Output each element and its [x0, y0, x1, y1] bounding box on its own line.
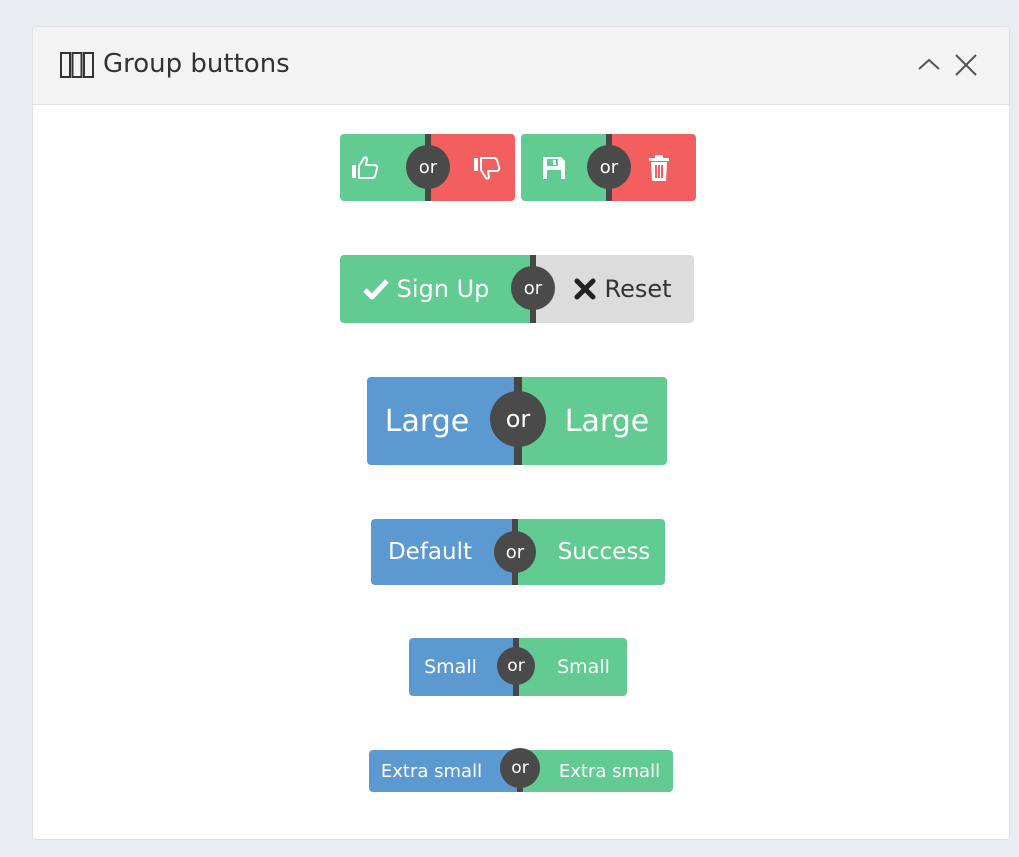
panel-title: Group buttons — [103, 49, 290, 79]
extra-small-primary-button[interactable]: Extra small — [369, 750, 520, 792]
or-separator: or — [500, 748, 540, 788]
or-separator: or — [587, 145, 631, 189]
sign-up-button[interactable]: Sign Up — [340, 255, 532, 323]
reset-button[interactable]: Reset — [532, 255, 694, 323]
save-delete-button-group: or — [521, 134, 696, 201]
or-separator: or — [494, 531, 536, 573]
signup-reset-button-group: Sign Up Reset or — [340, 255, 694, 323]
success-button[interactable]: Success — [515, 519, 665, 585]
small-button-group: Small Small or — [409, 638, 627, 696]
default-success-button-group: Default Success or — [371, 519, 665, 585]
or-separator: or — [406, 145, 450, 189]
trash-icon — [647, 154, 671, 182]
large-primary-label: Large — [384, 403, 470, 439]
times-icon — [574, 278, 596, 300]
group-buttons-panel: Group buttons or or Sign Up Reset or Lar… — [32, 26, 1010, 840]
sign-up-label: Sign Up — [396, 275, 490, 303]
small-success-label: Small — [557, 656, 610, 678]
reset-label: Reset — [604, 275, 672, 303]
check-icon — [362, 278, 389, 300]
chevron-up-icon[interactable] — [915, 51, 943, 79]
or-separator: or — [490, 391, 546, 447]
or-separator: or — [497, 647, 535, 685]
save-icon — [541, 155, 567, 181]
default-label: Default — [387, 539, 473, 565]
thumbs-button-group: or — [340, 134, 515, 201]
panel-header: Group buttons — [33, 27, 1009, 105]
small-primary-label: Small — [424, 656, 477, 678]
or-separator: or — [511, 266, 555, 310]
thumbs-up-icon — [351, 155, 379, 181]
large-button-group: Large Large or — [367, 377, 667, 465]
large-success-label: Large — [564, 403, 650, 439]
thumbs-down-icon — [473, 155, 501, 181]
extra-small-success-label: Extra small — [558, 760, 661, 782]
success-label: Success — [557, 539, 651, 565]
close-icon[interactable] — [952, 51, 980, 79]
extra-small-button-group: Extra small Extra small or — [369, 748, 673, 792]
columns-icon — [60, 52, 94, 78]
extra-small-primary-label: Extra small — [380, 760, 483, 782]
extra-small-success-button[interactable]: Extra small — [520, 750, 673, 792]
